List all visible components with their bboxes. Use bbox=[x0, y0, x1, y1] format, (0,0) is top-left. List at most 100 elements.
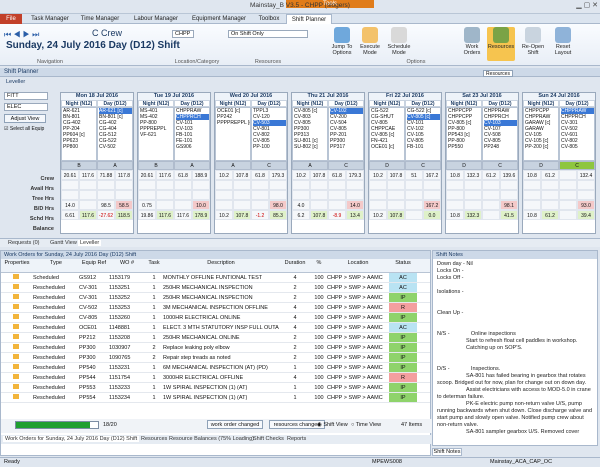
equip-list[interactable]: CHPPRAW CHPPRCH CV-101 CV-103 FB-101 FE-101 GS… bbox=[174, 107, 210, 161]
shift-notes-text[interactable]: Down day - Nil Locks On - Locks Off - Is… bbox=[433, 259, 597, 438]
night-shift-label[interactable]: Night (N12) bbox=[523, 100, 559, 107]
tab-reports[interactable]: Reports bbox=[287, 436, 306, 442]
table-row[interactable]: Rescheduled PP544 1151754 1 3000HR ELECTRICA… bbox=[1, 373, 430, 383]
equip-item[interactable]: PP800 bbox=[63, 144, 96, 150]
reset-layout-button[interactable]: Reset Layout bbox=[550, 27, 576, 56]
day-shift-label[interactable]: Day (D12) bbox=[97, 100, 133, 107]
shift-filter-select[interactable]: On Shift Only bbox=[228, 30, 308, 38]
equip-item[interactable]: CV-502 bbox=[99, 144, 132, 150]
night-shift-label[interactable]: Night (N12) bbox=[446, 100, 482, 107]
adjust-view-button[interactable]: Adjust View bbox=[4, 114, 46, 123]
equip-list[interactable]: AR-621 BN-801 CG-402 PP-204 PP604 [c] PP623 PP… bbox=[61, 107, 97, 161]
tab-resource-balances[interactable]: Resource Balances (75% Loading) bbox=[169, 436, 254, 442]
night-shift-label[interactable]: Night (N12) bbox=[61, 100, 97, 107]
equip-list[interactable]: CHPPCPP CHPPRAW GARAW [c] GARAW CV-105 CV-105… bbox=[523, 107, 559, 161]
tab-labour-manager[interactable]: Labour Manager bbox=[130, 14, 182, 24]
jump-to-options-button[interactable]: Jump To Options bbox=[330, 27, 354, 56]
equip-item[interactable]: VF-621 bbox=[140, 132, 173, 138]
day-shift-label[interactable]: Day (D12) bbox=[328, 100, 364, 107]
resources-button[interactable]: Resources bbox=[487, 27, 515, 61]
table-row[interactable]: Rescheduled CV-805 1153260 1 1000HR ELECTRIC… bbox=[1, 313, 430, 323]
night-shift-label[interactable]: Night (N12) bbox=[369, 100, 405, 107]
equip-list[interactable]: CHPPCPP CHPPCPP CV-805 [c] PP-800 PP543 [c] P… bbox=[446, 107, 482, 161]
tab-gantt[interactable]: Gantt View bbox=[50, 240, 77, 246]
equip-list[interactable]: TPPL3 CV-120 CV-503 CV-801 CV-802 CV-805 PP-10… bbox=[251, 107, 287, 161]
filter-fitt-select[interactable]: FITT bbox=[4, 92, 48, 100]
tab-shift-checks[interactable]: Shift Checks bbox=[253, 436, 284, 442]
column-header[interactable]: Equip Ref bbox=[79, 259, 109, 272]
site-select[interactable]: CHPP bbox=[172, 30, 194, 38]
window-controls[interactable]: ▁ ▢ ✕ bbox=[576, 1, 598, 9]
day-shift-label[interactable]: Day (D12) bbox=[405, 100, 441, 107]
equip-list[interactable]: CHPPRAW CHPPRCH CV-301 CV-502 CV-601 CV-802 CV… bbox=[559, 107, 595, 161]
equip-item[interactable]: SU-802 [c] bbox=[294, 144, 327, 150]
table-row[interactable]: Rescheduled PP212 1153208 1 250HR MECHANICAL… bbox=[1, 333, 430, 343]
tab-shift-planner[interactable]: Shift Planner bbox=[286, 14, 332, 24]
nav-arrows-icon[interactable]: ⏮ ◀ ▶ ⏭ bbox=[4, 30, 39, 40]
equip-item[interactable]: OCE01 [c] bbox=[371, 144, 404, 150]
table-row[interactable]: Rescheduled OCE01 1148881 1 ELECT. 3 MTH STA… bbox=[1, 323, 430, 333]
night-shift-label[interactable]: Night (N12) bbox=[138, 100, 174, 107]
column-header[interactable]: Properties bbox=[1, 259, 33, 272]
equip-list[interactable]: AR-621 [c] BN-801 [c] CG-402 CG-404 CG-512 CG… bbox=[97, 107, 133, 161]
schedule-mode-button[interactable]: Schedule Mode bbox=[386, 27, 412, 56]
column-header[interactable]: Status bbox=[389, 259, 417, 272]
table-row[interactable]: Rescheduled PP540 1153231 1 6M MECHANICAL IN… bbox=[1, 363, 430, 373]
tab-equipment-manager[interactable]: Equipment Manager bbox=[188, 14, 250, 24]
column-header[interactable]: WO # bbox=[109, 259, 145, 272]
work-order-changed-button[interactable]: work order changed bbox=[207, 420, 263, 429]
equip-list[interactable]: OCE01 [c] PP242 PPPPREPPL [c] bbox=[215, 107, 251, 161]
night-shift-label[interactable]: Night (N12) bbox=[292, 100, 328, 107]
table-row[interactable]: Rescheduled CV-301 1153251 1 250HR MECHANICA… bbox=[1, 283, 430, 293]
table-row[interactable]: Rescheduled CV-301 1153252 1 250HR MECHANICA… bbox=[1, 293, 430, 303]
equip-item[interactable]: PP248 bbox=[484, 144, 517, 150]
table-row[interactable]: Rescheduled PP554 1153234 1 1W SPIRAL INSPEC… bbox=[1, 393, 430, 403]
table-row[interactable]: Scheduled GS912 1153179 1 MONTHLY OFFLINE FU… bbox=[1, 273, 430, 283]
tab-shift-notes[interactable]: Shift Notes bbox=[432, 448, 462, 456]
tab-requests[interactable]: Requests (0) bbox=[8, 240, 40, 246]
day-shift-label[interactable]: Day (D12) bbox=[251, 100, 287, 107]
equip-list[interactable]: CG-522 [c] CV-805 [c] CV-101 CV-102 CV-105 CV… bbox=[405, 107, 441, 161]
table-row[interactable]: Rescheduled PP553 1153233 1 1W SPIRAL INSPEC… bbox=[1, 383, 430, 393]
table-row[interactable]: Rescheduled PP300 1090765 2 Repair step trea… bbox=[1, 353, 430, 363]
equip-list[interactable]: CV-805 [c] CV-803 CV-805 PP300 PP313 SU-801 [… bbox=[292, 107, 328, 161]
day-shift-label[interactable]: Day (D12) bbox=[559, 100, 595, 107]
equip-item[interactable]: FB-101 bbox=[407, 144, 440, 150]
column-header[interactable]: Duration bbox=[279, 259, 311, 272]
tab-file[interactable]: File bbox=[0, 14, 22, 24]
equip-list[interactable]: CV-102 CV-200 CV-504 CV-805 PP-201 PP300 PP317 bbox=[328, 107, 364, 161]
equip-item[interactable]: GS906 bbox=[176, 144, 209, 150]
day-shift-label[interactable]: Day (D12) bbox=[174, 100, 210, 107]
column-header[interactable]: Type bbox=[33, 259, 79, 272]
equip-item[interactable]: CV-805 bbox=[561, 144, 594, 150]
day-shift-label[interactable]: Day (D12) bbox=[482, 100, 518, 107]
filter-elec-select[interactable]: ELEC bbox=[4, 103, 48, 111]
equip-list[interactable]: CHPPRAW CHPPRCH CV-103 CV-107 CV-508 CV-805 PP… bbox=[482, 107, 518, 161]
table-row[interactable]: Rescheduled CV-502 1153253 1 3M MECHANICAL I… bbox=[1, 303, 430, 313]
time-view-radio[interactable]: ○ Time View bbox=[351, 422, 381, 428]
select-all-checkbox[interactable]: ☑ Select all Equip bbox=[4, 126, 56, 132]
equip-list[interactable]: MS-401 MS-402 PP-800 PPPREPPL VF-621 bbox=[138, 107, 174, 161]
column-header[interactable]: Description bbox=[163, 259, 279, 272]
reopen-shift-button[interactable]: Re-Open Shift bbox=[520, 27, 546, 56]
equip-item[interactable]: PP-200 [c] bbox=[525, 144, 558, 150]
tab-toolbox[interactable]: Toolbox bbox=[254, 14, 284, 24]
tab-resources[interactable]: Resources bbox=[141, 436, 167, 442]
tab-time-manager[interactable]: Time Manager bbox=[78, 14, 122, 24]
night-shift-label[interactable]: Night (N12) bbox=[215, 100, 251, 107]
column-header[interactable]: % bbox=[311, 259, 327, 272]
column-header[interactable]: Location bbox=[327, 259, 389, 272]
column-header[interactable]: Task bbox=[145, 259, 163, 272]
tab-leveller[interactable]: Leveller bbox=[78, 240, 102, 246]
tab-task-manager[interactable]: Task Manager bbox=[28, 14, 72, 24]
equip-item[interactable]: PP550 bbox=[448, 144, 481, 150]
equip-list[interactable]: CG-522 CG-SHUT CV-805 CHPPCAE CV-805 [c] FN-4… bbox=[369, 107, 405, 161]
shift-view-radio[interactable]: ◉ Shift View bbox=[317, 422, 348, 428]
tab-work-orders[interactable]: Work Orders for Sunday, 24 July 2016 Day… bbox=[3, 436, 140, 442]
table-row[interactable]: Rescheduled PP300 1030907 2 Replace leaking … bbox=[1, 343, 430, 353]
equip-item[interactable]: PP317 bbox=[330, 144, 363, 150]
execute-mode-button[interactable]: Execute Mode bbox=[358, 27, 382, 56]
equip-item[interactable]: PPPPREPPL [c] bbox=[217, 120, 250, 126]
work-orders-button[interactable]: Work Orders bbox=[460, 27, 484, 56]
equip-item[interactable]: PP-100 bbox=[253, 144, 286, 150]
